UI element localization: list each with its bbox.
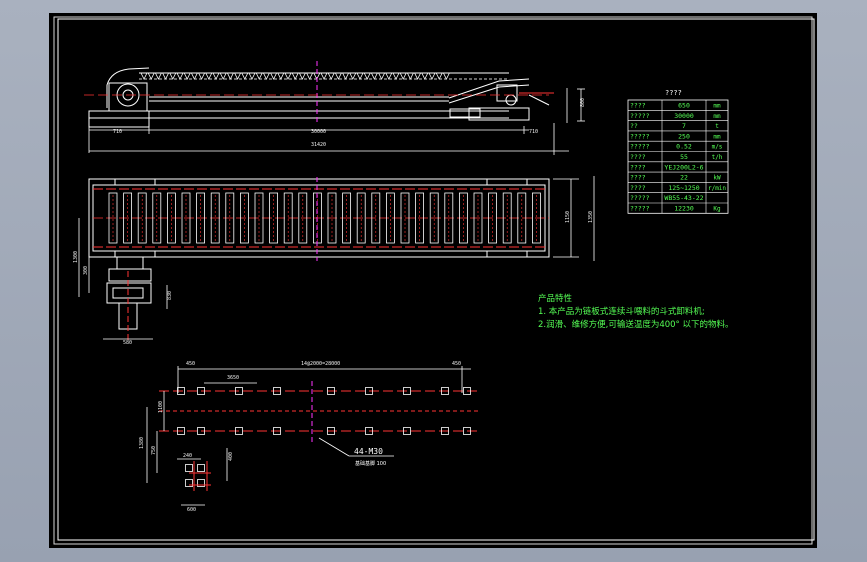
table-cell-value: 250: [678, 132, 690, 140]
f-dim-top-mid: 14@2000=28000: [301, 361, 340, 367]
table-cell-value: 0.52: [676, 143, 692, 151]
table-cell-name: ??: [630, 122, 638, 130]
table-cell-name: ????: [630, 153, 646, 161]
table-cell-value: 12230: [674, 205, 694, 213]
table-cell-unit: m/s: [712, 144, 723, 151]
f-dim-row: 1100: [158, 401, 164, 413]
f-callout: 44-M30: [354, 447, 383, 456]
plan-view: 1150 1350 1300 300 580 830: [73, 176, 595, 346]
f-callout-sub: 基础基脚 100: [355, 460, 386, 467]
table-cell-unit: kW: [713, 175, 721, 182]
f-dim-sub: 3650: [227, 375, 239, 381]
notes: 产品特性 1. 本产品为链板式连续斗喂料的斗式卸料机; 2.润滑、维修方便,可输…: [538, 293, 734, 330]
table-cell-unit: t: [715, 123, 719, 130]
dim-side-b: 300: [83, 266, 89, 275]
table-cell-unit: mm: [713, 103, 721, 110]
table-cell-value: WB55-43-22: [664, 194, 703, 202]
parameter-table: ???? ???? 650 mm????? 30000 mm?? 7 t????? 250 mm…: [627, 89, 729, 214]
table-cell-unit: mm: [713, 113, 721, 120]
anchor-bolts: [177, 387, 471, 487]
table-cell-name: ????: [630, 102, 646, 110]
table-cell-unit: r/min: [708, 185, 726, 192]
anchor-bolt: [185, 464, 193, 472]
table-cell-value: 22: [680, 174, 688, 182]
table-cell-unit: mm: [713, 133, 721, 140]
anchor-bolt: [197, 464, 205, 472]
f-dim-small-h: 400: [228, 452, 234, 461]
table-cell-value: 650: [678, 102, 690, 110]
f-dim-top-left: 450: [186, 361, 195, 367]
dim-side-a: 1300: [73, 251, 79, 263]
dim-motor-h: 830: [167, 291, 173, 300]
dim-inner: 1150: [565, 211, 571, 223]
dim-middle: 30000: [311, 129, 326, 135]
table-grid: ???? 650 mm????? 30000 mm?? 7 t????? 250 mm?????…: [627, 99, 729, 214]
table-cell-name: ?????: [630, 194, 650, 202]
table-cell-name: ?????: [630, 205, 650, 213]
dim-motor-w: 580: [123, 340, 132, 346]
dim-total: 31420: [311, 142, 326, 148]
f-dim-side2: 750: [151, 446, 157, 455]
f-dim-top-right: 450: [452, 361, 461, 367]
notes-line1: 1. 本产品为链板式连续斗喂料的斗式卸料机;: [538, 306, 705, 317]
drawing-sheet: 710 30000 710 31420 800 1150 1350 1300 3…: [49, 13, 817, 548]
cad-drawing: 710 30000 710 31420 800 1150 1350 1300 3…: [53, 16, 815, 545]
dim-left: 710: [113, 129, 122, 135]
outer-border: [53, 16, 813, 545]
dim-height: 800: [580, 98, 586, 107]
table-cell-name: ?????: [630, 112, 650, 120]
f-dim-small-bottom: 600: [187, 507, 196, 513]
table-cell-name: ????: [630, 163, 646, 171]
table-cell-unit: Kg: [713, 206, 721, 213]
table-cell-value: 30000: [674, 112, 694, 120]
table-cell-value: 125~1250: [668, 184, 699, 192]
f-dim-small-w: 240: [183, 453, 192, 459]
dim-right: 710: [529, 129, 538, 135]
cad-viewport: 710 30000 710 31420 800 1150 1350 1300 3…: [0, 0, 867, 562]
bucket-chain: [140, 72, 450, 80]
elevation-view: 710 30000 710 31420 800: [84, 61, 586, 155]
table-cell-value: 7: [682, 122, 686, 130]
f-dim-side1: 1380: [139, 437, 145, 449]
table-cell-unit: t/h: [712, 154, 723, 161]
table-cell-name: ?????: [630, 132, 650, 140]
table-title: ????: [665, 89, 682, 97]
table-cell-value: 55: [680, 153, 688, 161]
table-cell-name: ????: [630, 184, 646, 192]
table-cell-value: YEJ200L2-6: [664, 163, 703, 171]
notes-line2: 2.润滑、维修方便,可输送温度为400° 以下的物料。: [538, 319, 734, 330]
table-cell-name: ????: [630, 174, 646, 182]
notes-title: 产品特性: [538, 293, 573, 304]
foundation-plan: 450 14@2000=28000 450 3650 1100 1380 750…: [139, 361, 479, 513]
table-cell-name: ?????: [630, 143, 650, 151]
dim-outer: 1350: [588, 211, 594, 223]
